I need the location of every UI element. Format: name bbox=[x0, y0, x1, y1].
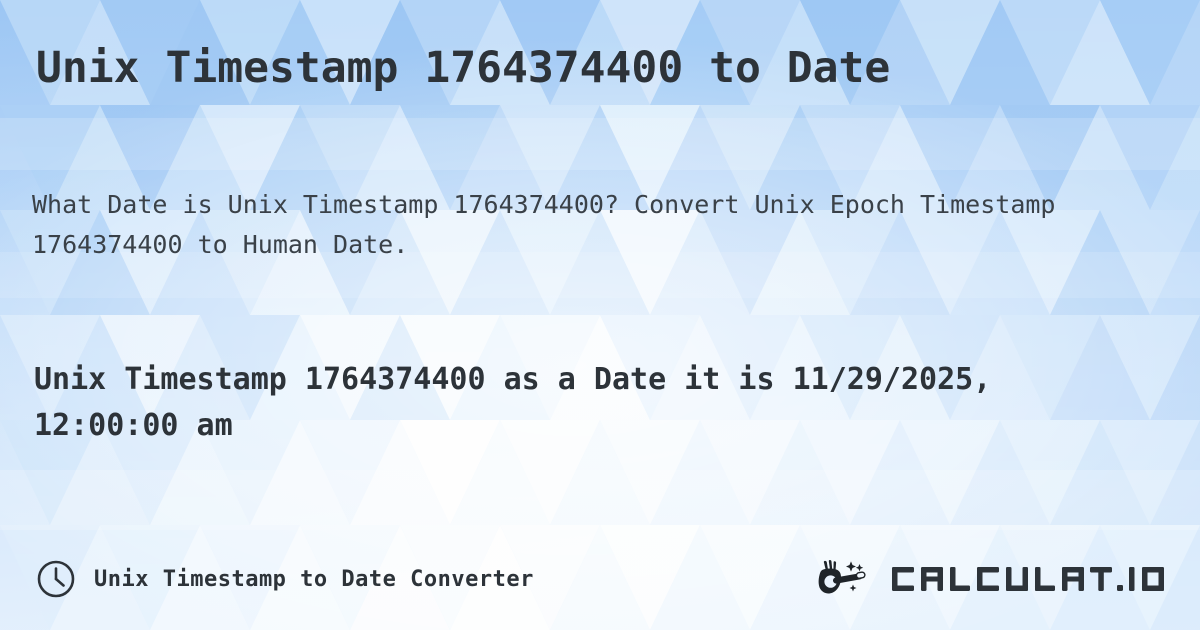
page-title: Unix Timestamp 1764374400 to Date bbox=[36, 43, 891, 93]
og-image-card: Unix Timestamp 1764374400 to Date What D… bbox=[0, 0, 1200, 630]
conversion-result: Unix Timestamp 1764374400 as a Date it i… bbox=[34, 362, 992, 443]
clock-icon bbox=[36, 559, 76, 599]
footer-converter-link[interactable]: Unix Timestamp to Date Converter bbox=[36, 548, 534, 610]
footer-label: Unix Timestamp to Date Converter bbox=[94, 566, 534, 592]
brand-name bbox=[890, 559, 1174, 599]
brand-logo[interactable] bbox=[818, 548, 1174, 610]
card-content: Unix Timestamp 1764374400 to Date What D… bbox=[0, 0, 1200, 630]
footer: Unix Timestamp to Date Converter bbox=[0, 548, 1200, 610]
page-description: What Date is Unix Timestamp 1764374400? … bbox=[32, 190, 1056, 259]
magic-wand-hand-icon bbox=[818, 558, 880, 600]
